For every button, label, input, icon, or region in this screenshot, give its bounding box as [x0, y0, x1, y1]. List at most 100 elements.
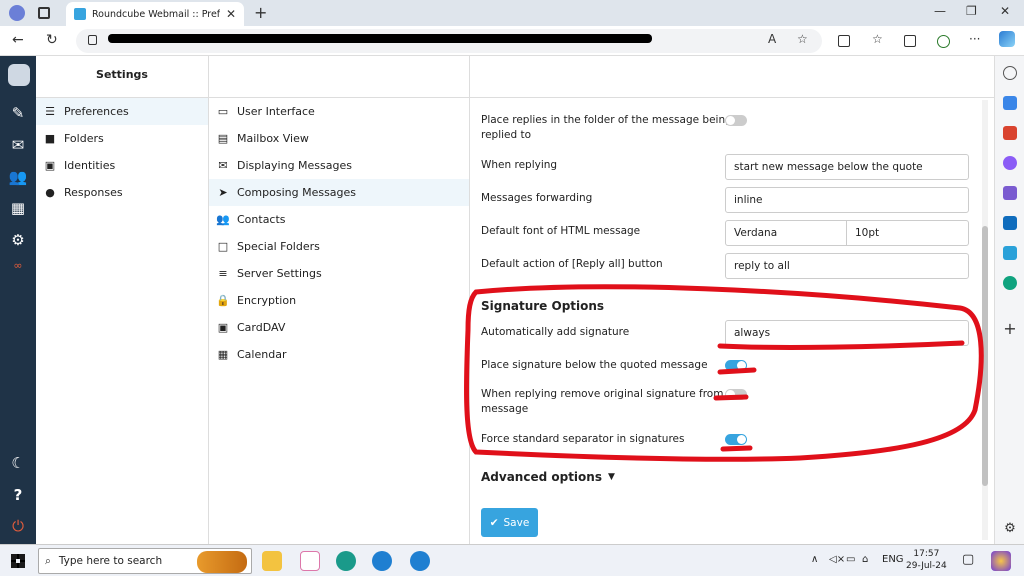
network-icon[interactable]: ⌂	[862, 554, 868, 565]
copilot-icon[interactable]	[999, 31, 1015, 47]
help-icon[interactable]: ?	[0, 486, 36, 504]
file-explorer-icon[interactable]	[262, 551, 282, 571]
save-button[interactable]: ✔ Save	[481, 508, 538, 537]
pref-encryption[interactable]: 🔒 Encryption	[209, 287, 469, 314]
section-responses[interactable]: ● Responses	[36, 179, 208, 206]
taskbar-search[interactable]: ⌕ Type here to search	[38, 548, 252, 574]
pref-mailbox-view[interactable]: ▤ Mailbox View	[209, 125, 469, 152]
add-icon[interactable]: +	[1003, 321, 1017, 337]
sidebar-settings-icon[interactable]: ⚙	[1003, 522, 1017, 536]
notifications-icon[interactable]: ▢	[962, 552, 974, 567]
outlook-icon[interactable]	[1003, 216, 1017, 230]
forwarding-select[interactable]: inline	[725, 187, 969, 213]
when-replying-select[interactable]: start new message below the quote	[725, 154, 969, 180]
restore-button[interactable]: ❐	[966, 4, 977, 18]
pref-calendar[interactable]: ▦ Calendar	[209, 341, 469, 368]
edge-taskbar-icon-2[interactable]	[372, 551, 392, 571]
language-indicator[interactable]: ENG	[882, 554, 904, 565]
pref-label: Mailbox View	[237, 132, 309, 145]
battery-icon[interactable]: ▭	[846, 554, 855, 565]
browser-tab[interactable]: Roundcube Webmail :: Preferenc ✕	[66, 2, 244, 26]
pref-displaying-messages[interactable]: ✉ Displaying Messages	[209, 152, 469, 179]
folder-outline-icon: □	[217, 240, 229, 253]
pref-contacts[interactable]: 👥 Contacts	[209, 206, 469, 233]
toolbox-icon[interactable]	[1003, 126, 1017, 140]
copilot-app-icon[interactable]	[1003, 156, 1017, 170]
favorites-list-icon[interactable]: ☆	[872, 32, 883, 46]
volume-icon[interactable]: ◁×	[829, 554, 845, 565]
section-label: Folders	[64, 132, 104, 145]
new-tab-button[interactable]: +	[254, 3, 267, 22]
games-icon[interactable]	[1003, 186, 1017, 200]
auto-sig-select[interactable]: always	[725, 320, 969, 346]
chevron-down-icon: ▼	[607, 472, 615, 482]
clock-time: 17:57	[913, 549, 940, 559]
pref-user-interface[interactable]: ▭ User Interface	[209, 98, 469, 125]
mail-icon[interactable]: ✉	[0, 136, 36, 154]
tab-actions-icon[interactable]	[38, 7, 50, 19]
form-scrollbar[interactable]	[982, 100, 988, 540]
windows-taskbar: ⌕ Type here to search ∧ ◁× ▭ ⌂ ENG 17:57…	[0, 544, 1024, 576]
tray-chevron-icon[interactable]: ∧	[811, 554, 818, 565]
remove-sig-toggle[interactable]	[725, 389, 747, 400]
link-icon[interactable]: ∞	[0, 259, 36, 272]
send-icon[interactable]	[1003, 246, 1017, 260]
pref-server-settings[interactable]: ≡ Server Settings	[209, 260, 469, 287]
paint-icon[interactable]	[300, 551, 320, 571]
prefs-header	[209, 56, 469, 98]
back-button[interactable]: ←	[12, 32, 24, 48]
edge-taskbar-icon-3[interactable]	[410, 551, 430, 571]
lock-icon: 🔒	[216, 294, 230, 307]
more-menu-button[interactable]: ···	[969, 32, 980, 46]
compose-icon[interactable]: ✎	[0, 104, 36, 122]
search-icon[interactable]	[1003, 66, 1017, 80]
tab-title: Roundcube Webmail :: Preferenc	[92, 8, 220, 20]
advanced-label: Advanced options	[481, 470, 602, 484]
windows-start-icon[interactable]	[11, 554, 25, 568]
collections-icon[interactable]	[904, 35, 916, 47]
taskbar-clock[interactable]: 17:57 29-Jul-24	[906, 548, 947, 572]
place-replies-toggle[interactable]	[725, 115, 747, 126]
check-icon: ✔	[489, 516, 499, 529]
composing-settings-form: Place replies in the folder of the messa…	[470, 56, 994, 544]
logout-power-icon[interactable]: ⏻	[0, 517, 36, 535]
dark-mode-icon[interactable]: ☾	[0, 454, 36, 472]
tab-close-icon[interactable]: ✕	[226, 7, 236, 21]
reply-all-select[interactable]: reply to all	[725, 253, 969, 279]
chatgpt-icon[interactable]	[1003, 276, 1017, 290]
font-size-select[interactable]: 10pt	[847, 220, 969, 246]
contacts-icon[interactable]: 👥	[0, 168, 36, 186]
refresh-button[interactable]: ↻	[46, 32, 58, 48]
advanced-options-toggle[interactable]: Advanced options ▼	[481, 470, 615, 484]
read-aloud-button[interactable]: A	[768, 32, 776, 46]
address-bar-row: ← ↻ A ☆ ☆ ···	[0, 26, 1024, 56]
edge-taskbar-icon[interactable]	[336, 551, 356, 571]
sig-below-toggle[interactable]	[725, 360, 747, 371]
profile-icon[interactable]	[9, 5, 25, 21]
font-family-select[interactable]: Verdana	[725, 220, 847, 246]
pref-carddav[interactable]: ▣ CardDAV	[209, 314, 469, 341]
pref-label: Displaying Messages	[237, 159, 352, 172]
close-window-button[interactable]: ✕	[1000, 4, 1010, 18]
section-folders[interactable]: ■ Folders	[36, 125, 208, 152]
search-placeholder: Type here to search	[58, 555, 163, 567]
pref-composing-messages[interactable]: ➤ Composing Messages	[209, 179, 469, 206]
force-sep-toggle[interactable]	[725, 434, 747, 445]
users-icon: 👥	[216, 213, 230, 226]
scroll-thumb[interactable]	[982, 226, 988, 486]
shopping-tag-icon[interactable]	[1003, 96, 1017, 110]
pref-special-folders[interactable]: □ Special Folders	[209, 233, 469, 260]
minimize-button[interactable]: —	[934, 4, 946, 18]
settings-sections-panel: Settings ☰ Preferences ■ Folders ▣ Ident…	[36, 56, 209, 544]
label-line: replied to	[481, 129, 532, 141]
favorite-button[interactable]: ☆	[797, 32, 808, 46]
extensions-icon[interactable]	[937, 35, 950, 48]
calendar-nav-icon[interactable]: ▦	[0, 199, 36, 217]
reply-all-label: Default action of [Reply all] button	[481, 258, 663, 270]
split-screen-icon[interactable]	[838, 35, 850, 47]
settings-gear-icon[interactable]: ⚙	[0, 231, 36, 249]
weather-widget-icon[interactable]	[991, 551, 1011, 571]
section-identities[interactable]: ▣ Identities	[36, 152, 208, 179]
preferences-list-panel: ▭ User Interface ▤ Mailbox View ✉ Displayin…	[209, 56, 470, 544]
section-preferences[interactable]: ☰ Preferences	[36, 98, 208, 125]
